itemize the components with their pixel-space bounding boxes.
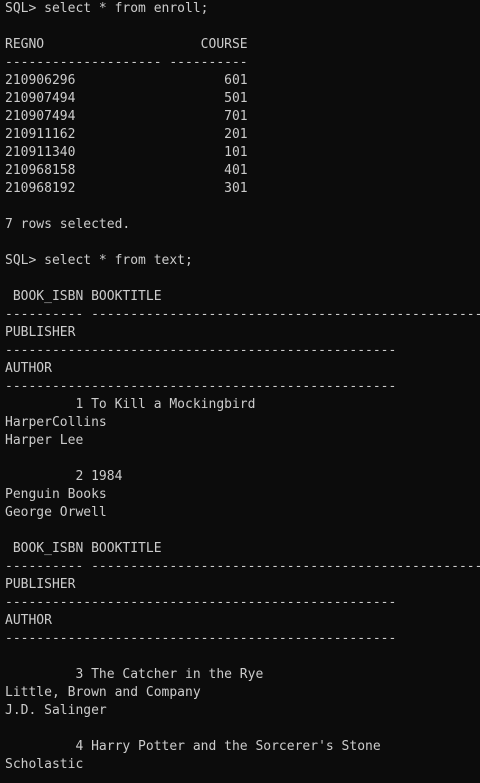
table-row: 210911162 201 [5, 127, 248, 142]
table-row: 2 1984 [5, 469, 123, 484]
prompt-line: SQL> select * from enroll; [5, 1, 209, 16]
table-header: AUTHOR [5, 613, 52, 628]
table-header: AUTHOR [5, 361, 52, 376]
prompt-line: SQL> select * from text; [5, 253, 193, 268]
table-row: 210906296 601 [5, 73, 248, 88]
table-row: 210907494 701 [5, 109, 248, 124]
header-separator: ---------- -----------------------------… [5, 307, 480, 322]
table-row: 3 The Catcher in the Rye [5, 667, 264, 682]
table-row: 210968192 301 [5, 181, 248, 196]
header-separator: ----------------------------------------… [5, 343, 397, 358]
header-separator: ----------------------------------------… [5, 631, 397, 646]
table-row: 1 To Kill a Mockingbird [5, 397, 256, 412]
header-separator: ----------------------------------------… [5, 379, 397, 394]
table-row: J.D. Salinger [5, 703, 107, 718]
table-row: Harper Lee [5, 433, 84, 448]
table-row: Scholastic [5, 757, 84, 772]
table-row: HarperCollins [5, 415, 107, 430]
table-row: 210968158 401 [5, 163, 248, 178]
table-row: Little, Brown and Company [5, 685, 201, 700]
header-separator: ----------------------------------------… [5, 595, 397, 610]
row-count-message: 7 rows selected. [5, 217, 131, 232]
table-row: George Orwell [5, 505, 107, 520]
table-row: 4 Harry Potter and the Sorcerer's Stone [5, 739, 381, 754]
terminal-output[interactable]: SQL> select * from enroll; REGNO COURSE … [5, 0, 480, 783]
table-header: REGNO COURSE [5, 37, 248, 52]
table-row: Penguin Books [5, 487, 107, 502]
table-header: PUBLISHER [5, 577, 76, 592]
table-row: 210907494 501 [5, 91, 248, 106]
table-header: BOOK_ISBN BOOKTITLE [5, 289, 162, 304]
table-header: BOOK_ISBN BOOKTITLE [5, 541, 162, 556]
table-row: 210911340 101 [5, 145, 248, 160]
table-header: PUBLISHER [5, 325, 76, 340]
header-separator: -------------------- ---------- [5, 55, 248, 70]
header-separator: ---------- -----------------------------… [5, 559, 480, 574]
